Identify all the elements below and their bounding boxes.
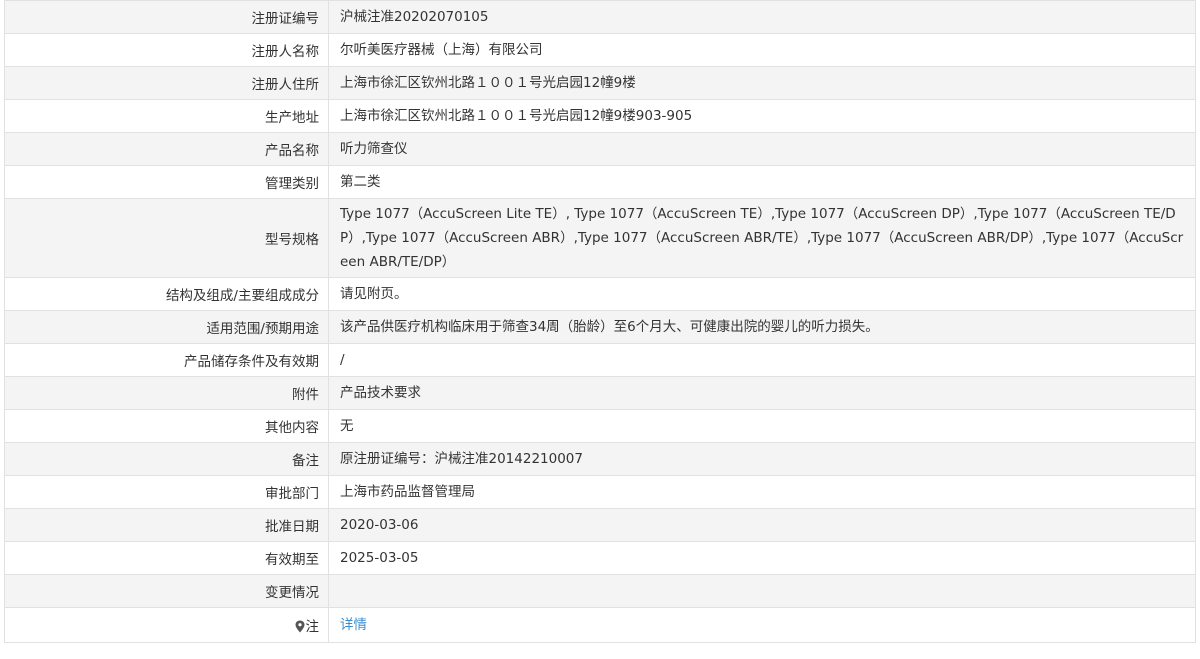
table-row: 结构及组成/主要组成成分 请见附页。: [4, 277, 1196, 311]
row-label: 注册证编号: [4, 0, 329, 34]
details-link[interactable]: 详情: [340, 617, 367, 633]
row-value: 第二类: [328, 165, 1196, 199]
row-label: 结构及组成/主要组成成分: [4, 277, 329, 311]
table-row: 备注 原注册证编号：沪械注准20142210007: [4, 442, 1196, 476]
table-row: 注册人住所 上海市徐汇区钦州北路１００１号光启园12幢9楼: [4, 66, 1196, 100]
table-row: 生产地址 上海市徐汇区钦州北路１００１号光启园12幢9楼903-905: [4, 99, 1196, 133]
map-pin-icon: [295, 620, 304, 633]
table-row: 型号规格 Type 1077（AccuScreen Lite TE）, Type…: [4, 198, 1196, 278]
note-label: 注: [305, 619, 320, 635]
row-value: 产品技术要求: [328, 376, 1196, 410]
row-value: 沪械注准20202070105: [328, 0, 1196, 34]
row-label: 附件: [4, 376, 329, 410]
row-label: 其他内容: [4, 409, 329, 443]
row-value: 听力筛查仪: [328, 132, 1196, 166]
note-value-cell: 详情: [328, 607, 1196, 643]
table-row: 审批部门 上海市药品监督管理局: [4, 475, 1196, 509]
registration-detail-table: 注册证编号 沪械注准20202070105 注册人名称 尔听美医疗器械（上海）有…: [4, 0, 1196, 643]
row-value: /: [328, 343, 1196, 377]
table-row: 有效期至 2025-03-05: [4, 541, 1196, 575]
row-value: 上海市药品监督管理局: [328, 475, 1196, 509]
row-label: 管理类别: [4, 165, 329, 199]
row-value: 无: [328, 409, 1196, 443]
row-value: 上海市徐汇区钦州北路１００１号光启园12幢9楼: [328, 66, 1196, 100]
row-label: 变更情况: [4, 574, 329, 608]
row-label: 生产地址: [4, 99, 329, 133]
table-row: 管理类别 第二类: [4, 165, 1196, 199]
row-value: 2020-03-06: [328, 508, 1196, 542]
row-value: 尔听美医疗器械（上海）有限公司: [328, 33, 1196, 67]
row-value: 2025-03-05: [328, 541, 1196, 575]
table-row: 其他内容 无: [4, 409, 1196, 443]
row-value: 原注册证编号：沪械注准20142210007: [328, 442, 1196, 476]
row-value: 请见附页。: [328, 277, 1196, 311]
row-label: 有效期至: [4, 541, 329, 575]
table-row: 产品名称 听力筛查仪: [4, 132, 1196, 166]
table-row: 变更情况: [4, 574, 1196, 608]
row-value: [328, 574, 1196, 608]
table-row: 注册人名称 尔听美医疗器械（上海）有限公司: [4, 33, 1196, 67]
row-label: 备注: [4, 442, 329, 476]
table-row: 产品储存条件及有效期 /: [4, 343, 1196, 377]
table-row: 适用范围/预期用途 该产品供医疗机构临床用于筛查34周（胎龄）至6个月大、可健康…: [4, 310, 1196, 344]
row-label: 产品储存条件及有效期: [4, 343, 329, 377]
row-label: 产品名称: [4, 132, 329, 166]
row-value: 上海市徐汇区钦州北路１００１号光启园12幢9楼903-905: [328, 99, 1196, 133]
row-label: 注册人住所: [4, 66, 329, 100]
row-label: 适用范围/预期用途: [4, 310, 329, 344]
note-label-cell: 注: [4, 607, 329, 643]
table-row: 附件 产品技术要求: [4, 376, 1196, 410]
note-row: 注 详情: [4, 607, 1196, 643]
row-label: 审批部门: [4, 475, 329, 509]
row-label: 批准日期: [4, 508, 329, 542]
row-value: Type 1077（AccuScreen Lite TE）, Type 1077…: [328, 198, 1196, 278]
row-label: 型号规格: [4, 198, 329, 278]
row-value: 该产品供医疗机构临床用于筛查34周（胎龄）至6个月大、可健康出院的婴儿的听力损失…: [328, 310, 1196, 344]
table-row: 批准日期 2020-03-06: [4, 508, 1196, 542]
row-label: 注册人名称: [4, 33, 329, 67]
table-row: 注册证编号 沪械注准20202070105: [4, 0, 1196, 34]
